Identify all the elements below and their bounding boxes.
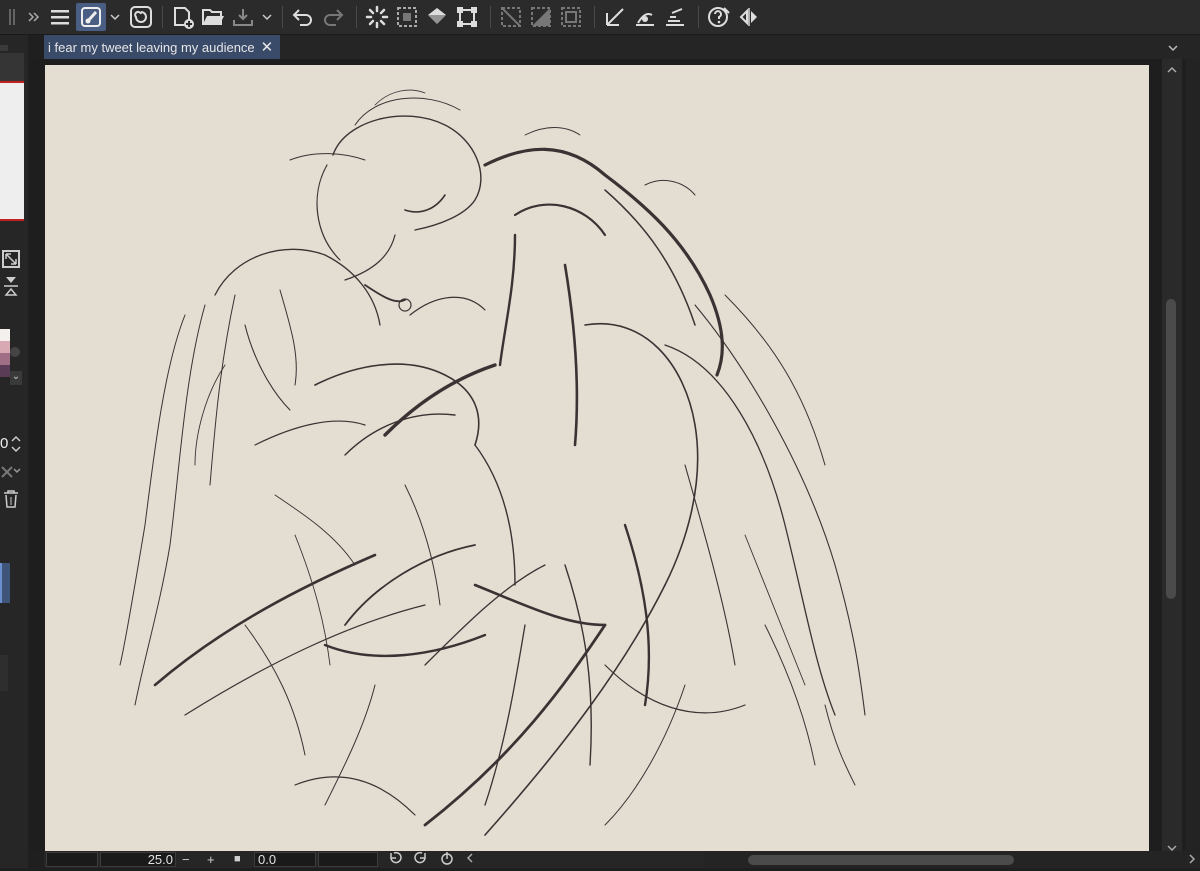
- panel-header: [0, 53, 24, 81]
- open-folder-icon[interactable]: [198, 3, 228, 31]
- status-bar: 25.0 − + ■ 0.0: [44, 851, 1200, 869]
- ruler-icon[interactable]: [600, 3, 630, 31]
- main-toolbar: [0, 0, 1200, 35]
- zoom-in-button[interactable]: +: [207, 851, 215, 868]
- invert-selection-icon[interactable]: [526, 3, 556, 31]
- swatch-toggle-icon[interactable]: [10, 347, 20, 357]
- status-slider-field[interactable]: [318, 852, 378, 867]
- chevron-down-icon[interactable]: [1168, 39, 1178, 57]
- right-panel-strip: [1186, 59, 1200, 868]
- scroll-right-icon[interactable]: [1186, 852, 1198, 871]
- redo-icon[interactable]: [318, 3, 348, 31]
- rotate-right-icon[interactable]: [414, 851, 428, 869]
- rotate-left-icon[interactable]: [388, 851, 402, 869]
- trash-icon[interactable]: [2, 489, 20, 514]
- snap-icon[interactable]: [630, 3, 660, 31]
- export-icon[interactable]: [228, 3, 258, 31]
- layer-highlight[interactable]: [0, 563, 10, 603]
- clear-icon[interactable]: [0, 461, 22, 488]
- expand-chevrons-icon[interactable]: [26, 3, 42, 31]
- horizontal-scrollbar[interactable]: [704, 851, 1200, 868]
- fill-icon[interactable]: [422, 3, 452, 31]
- zoom-out-button[interactable]: −: [182, 851, 190, 868]
- export-dropdown-icon[interactable]: [260, 3, 274, 31]
- sketch-drawing: [119, 89, 866, 836]
- document-tab[interactable]: i fear my tweet leaving my audience ✕: [44, 35, 280, 59]
- hide-selection-icon[interactable]: [556, 3, 586, 31]
- loading-spinner-icon[interactable]: [362, 3, 392, 31]
- scroll-left-icon[interactable]: [464, 851, 476, 869]
- dropdown-chevron-icon[interactable]: [108, 3, 122, 31]
- flip-vertical-icon[interactable]: [2, 275, 20, 302]
- layer-item[interactable]: [0, 655, 8, 691]
- grip-icon[interactable]: [2, 3, 22, 31]
- special-ruler-icon[interactable]: [660, 3, 690, 31]
- undo-icon[interactable]: [288, 3, 318, 31]
- panel-edge: [0, 45, 8, 51]
- reset-rotation-icon[interactable]: [440, 851, 454, 869]
- close-icon[interactable]: ✕: [261, 38, 274, 56]
- new-canvas-icon[interactable]: [168, 3, 198, 31]
- document-tab-title: i fear my tweet leaving my audience: [48, 39, 255, 55]
- horizontal-scroll-thumb[interactable]: [748, 855, 1014, 865]
- flip-icon[interactable]: [734, 3, 764, 31]
- fit-screen-button[interactable]: ■: [234, 851, 241, 868]
- status-blank-field: [46, 852, 98, 867]
- menu-icon[interactable]: [46, 3, 74, 31]
- rotation-field[interactable]: 0.0: [254, 852, 316, 867]
- zoom-field[interactable]: 25.0: [100, 852, 176, 867]
- vertical-scrollbar[interactable]: [1162, 59, 1182, 852]
- canvas-paper[interactable]: [45, 65, 1149, 851]
- fit-window-icon[interactable]: [2, 250, 20, 268]
- stepper-icon[interactable]: [10, 435, 22, 458]
- navigator-thumbnail[interactable]: [0, 81, 24, 221]
- brush-size-value[interactable]: 0: [0, 435, 8, 452]
- swatch-dropdown-icon[interactable]: ⌄: [10, 371, 22, 385]
- transform-icon[interactable]: [452, 3, 482, 31]
- select-all-icon[interactable]: [392, 3, 422, 31]
- vertical-scroll-thumb[interactable]: [1166, 299, 1176, 599]
- left-panel-strip: ⌄ 0: [0, 35, 28, 868]
- swirl-icon[interactable]: [126, 3, 156, 31]
- help-icon[interactable]: [704, 3, 734, 31]
- scroll-up-icon[interactable]: [1167, 61, 1177, 79]
- color-swatches[interactable]: [0, 329, 10, 381]
- brush-settings-icon[interactable]: [76, 3, 106, 31]
- document-tabbar: i fear my tweet leaving my audience ✕: [44, 35, 1200, 59]
- deselect-icon[interactable]: [496, 3, 526, 31]
